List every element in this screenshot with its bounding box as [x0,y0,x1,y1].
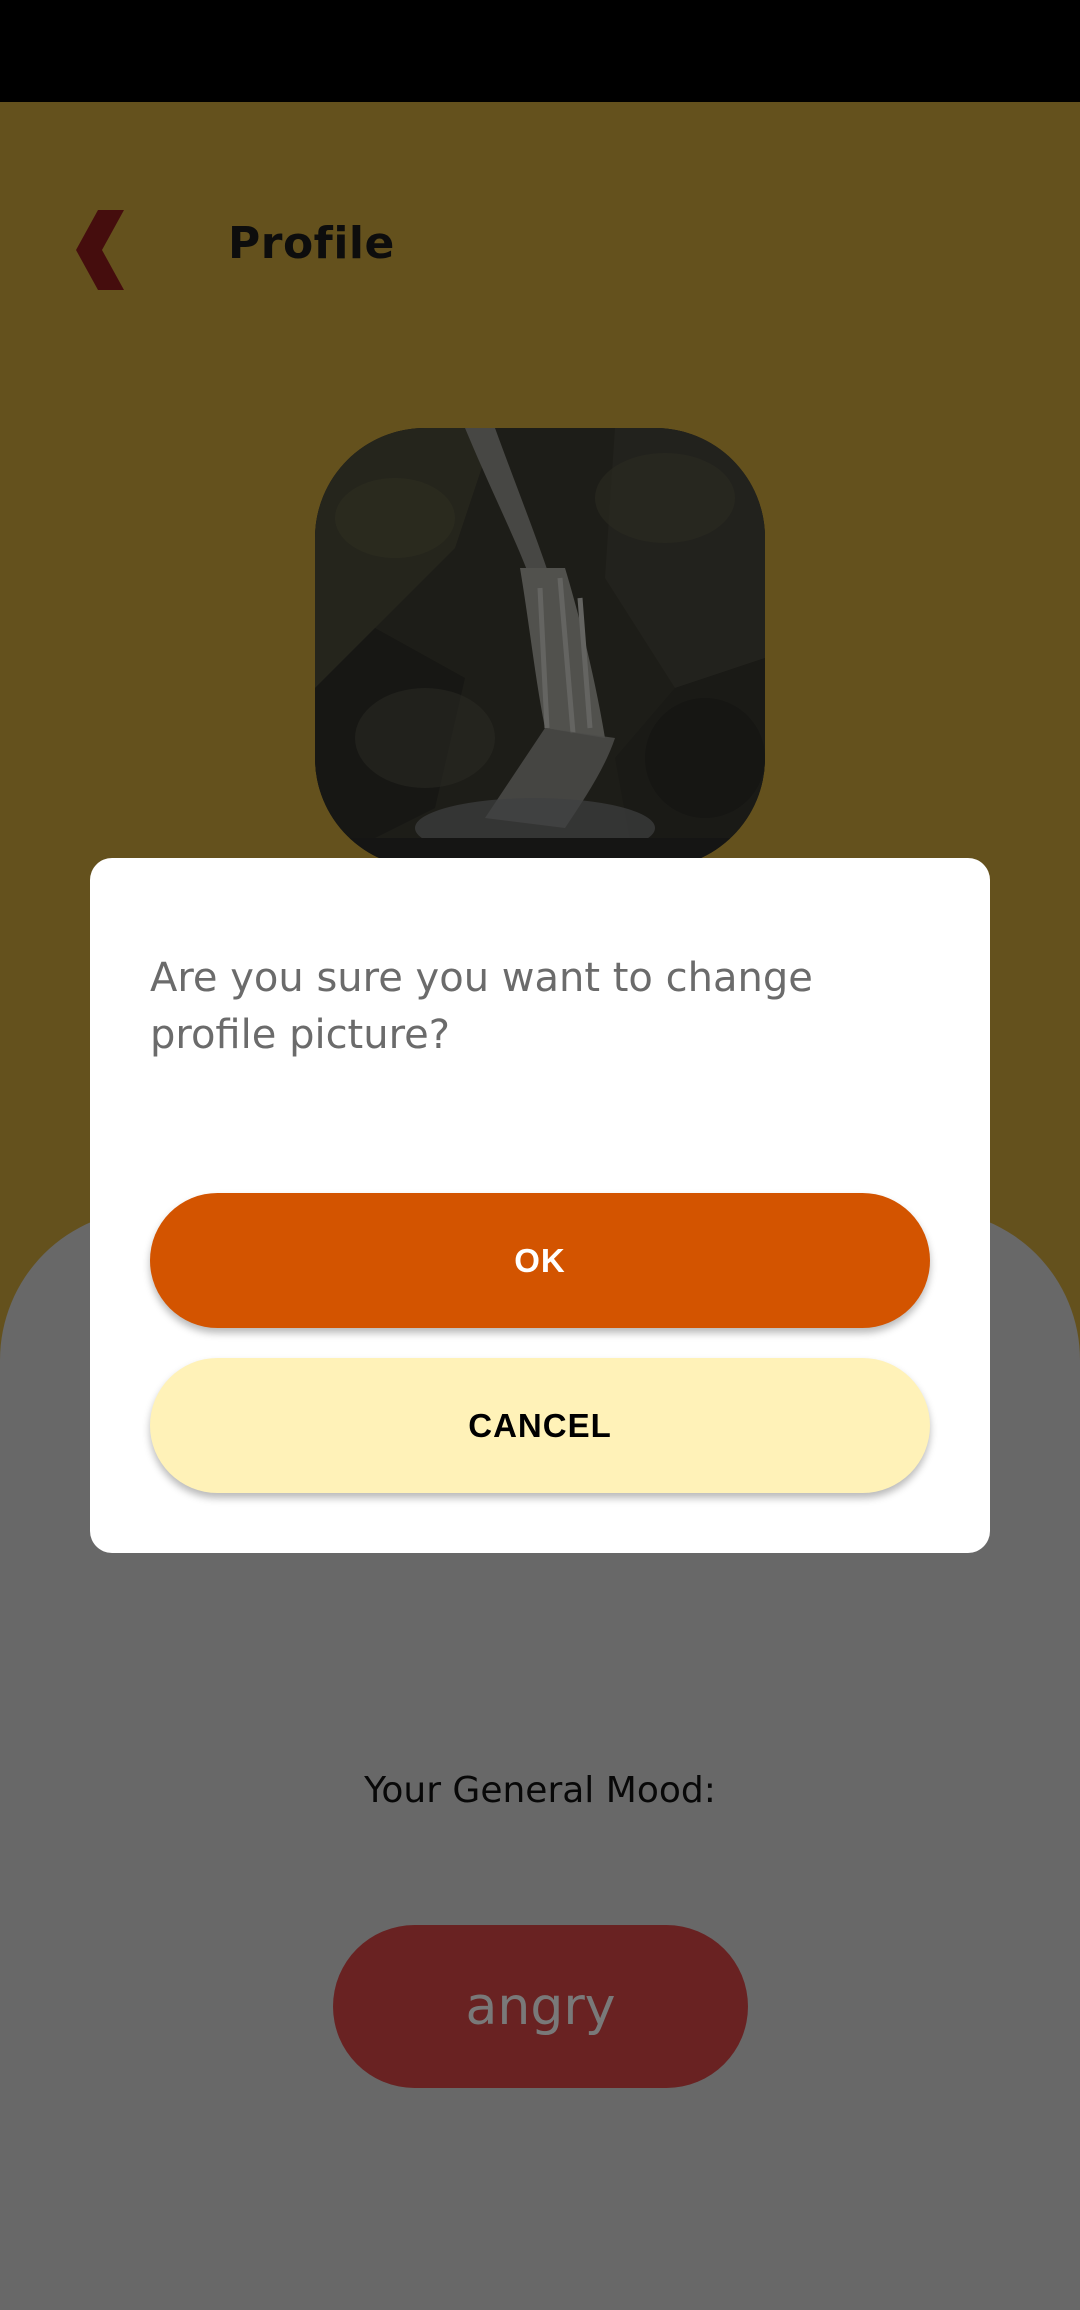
status-bar [0,0,1080,102]
profile-screen: Profile Your General Mood: angry Are you… [0,0,1080,2310]
cancel-button[interactable]: CANCEL [150,1358,930,1493]
confirm-dialog: Are you sure you want to change profile … [90,858,990,1553]
dialog-message: Are you sure you want to change profile … [150,955,813,1058]
ok-button[interactable]: OK [150,1193,930,1328]
